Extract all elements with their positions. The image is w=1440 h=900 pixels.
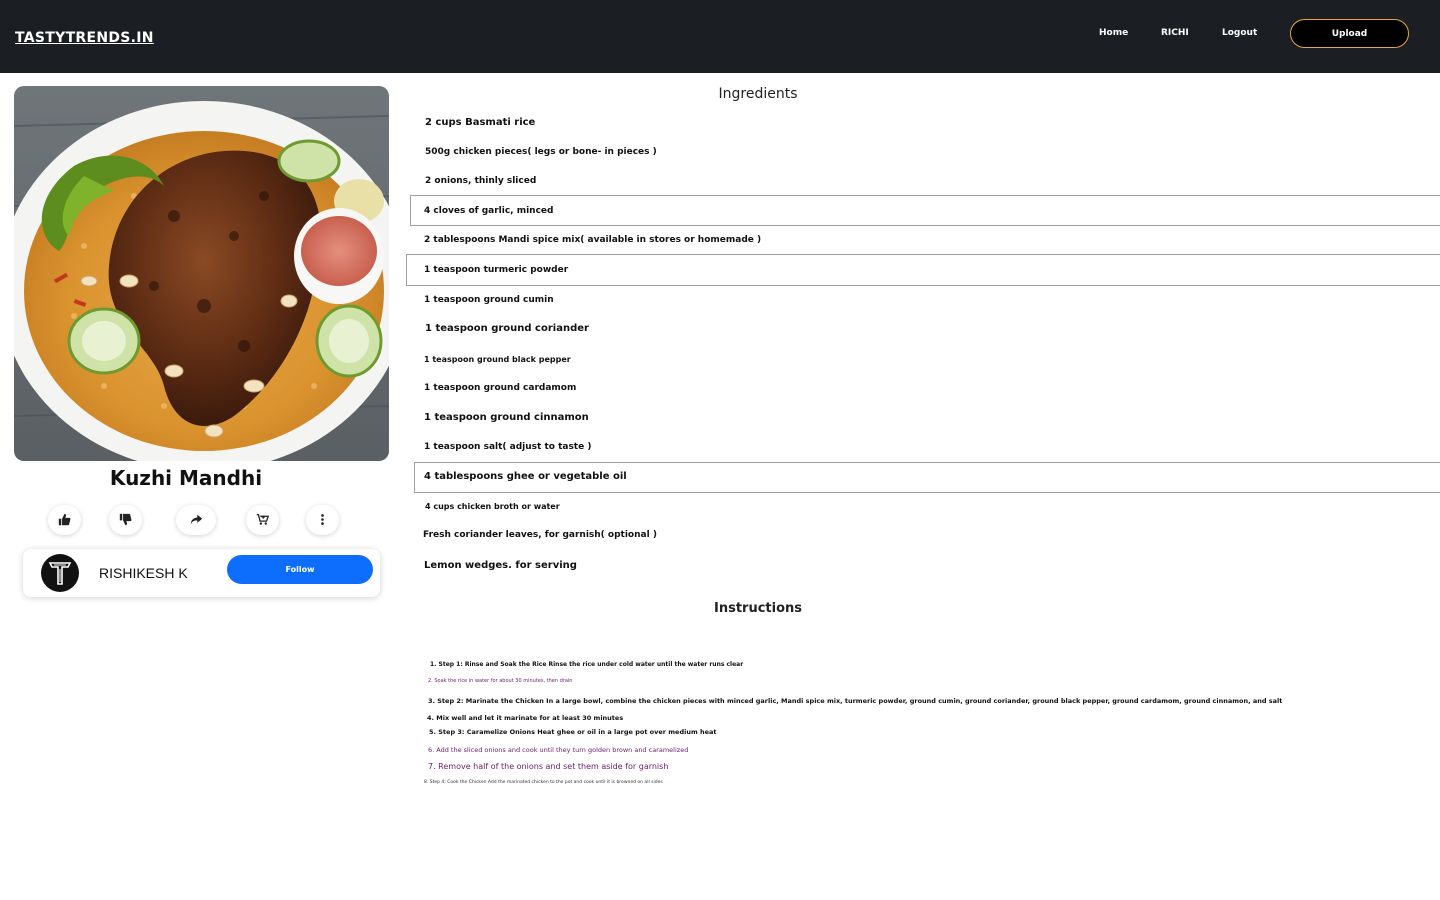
ingredient-row-outline — [410, 195, 1440, 226]
more-options-button[interactable] — [306, 505, 339, 535]
recipe-title: Kuzhi Mandhi — [109, 466, 263, 490]
ingredient-item: 2 onions, thinly sliced — [425, 176, 537, 186]
top-navbar: TASTYTRENDS.IN Home RICHI Logout Upload — [0, 0, 1440, 73]
ingredient-item: 1 teaspoon ground black pepper — [424, 355, 571, 364]
share-icon — [190, 511, 203, 530]
ingredient-item: 2 cups Basmati rice — [425, 117, 536, 128]
ingredient-item: 1 teaspoon turmeric powder — [424, 265, 569, 275]
upload-button[interactable]: Upload — [1290, 19, 1409, 48]
ingredient-item: 2 tablespoons Mandi spice mix( available… — [424, 235, 762, 245]
like-button[interactable] — [48, 505, 81, 535]
thumbs-down-icon — [119, 511, 132, 530]
ingredient-item: 500g chicken pieces( legs or bone- in pi… — [425, 147, 657, 157]
instructions-heading: Instructions — [713, 601, 803, 616]
ingredient-item: 4 cups chicken broth or water — [425, 502, 560, 511]
nav-home-link[interactable]: Home — [1099, 28, 1128, 38]
ingredient-item: Lemon wedges. for serving — [424, 560, 577, 570]
author-avatar[interactable] — [41, 554, 79, 592]
cart-icon — [256, 511, 270, 530]
ingredient-item: Fresh coriander leaves, for garnish( opt… — [423, 530, 657, 540]
nav-user-link[interactable]: RICHI — [1161, 28, 1189, 38]
instruction-step: 5. Step 3: Caramelize Onions Heat ghee o… — [429, 728, 717, 736]
instruction-step: 6. Add the sliced onions and cook until … — [428, 746, 689, 754]
nav-logout-link[interactable]: Logout — [1222, 28, 1257, 38]
recipe-image — [14, 86, 389, 461]
instruction-step: 8. Step 4: Cook the Chicken Add the mari… — [424, 780, 663, 785]
instruction-step: 1. Step 1: Rinse and Soak the Rice Rinse… — [430, 661, 744, 668]
more-vertical-icon — [316, 511, 329, 530]
ingredient-item: 4 tablespoons ghee or vegetable oil — [424, 471, 627, 482]
ingredient-item: 1 teaspoon ground cinnamon — [424, 412, 589, 423]
follow-button[interactable]: Follow — [227, 555, 373, 584]
ingredients-heading: Ingredients — [718, 86, 798, 102]
ingredient-item: 1 teaspoon ground cardamom — [424, 383, 577, 393]
share-button[interactable] — [176, 505, 216, 535]
dislike-button[interactable] — [109, 505, 142, 535]
instruction-step: 3. Step 2: Marinate the Chicken In a lar… — [428, 697, 1283, 705]
instruction-step: 4. Mix well and let it marinate for at l… — [427, 714, 624, 722]
ingredient-item: 1 teaspoon ground coriander — [425, 323, 589, 334]
ingredient-item: 1 teaspoon ground cumin — [424, 295, 554, 305]
instruction-step: 2. Soak the rice in water for about 30 m… — [428, 678, 573, 684]
thumbs-up-icon — [58, 511, 71, 530]
instruction-step: 7. Remove half of the onions and set the… — [428, 762, 669, 771]
ingredient-item: 4 cloves of garlic, minced — [424, 206, 554, 216]
author-name[interactable]: RISHIKESH K — [99, 565, 188, 581]
author-card: RISHIKESH K Follow — [23, 549, 380, 597]
brand-logo-link[interactable]: TASTYTRENDS.IN — [15, 30, 154, 46]
add-to-cart-button[interactable] — [246, 505, 279, 535]
ingredient-item: 1 teaspoon salt( adjust to taste ) — [424, 442, 592, 452]
